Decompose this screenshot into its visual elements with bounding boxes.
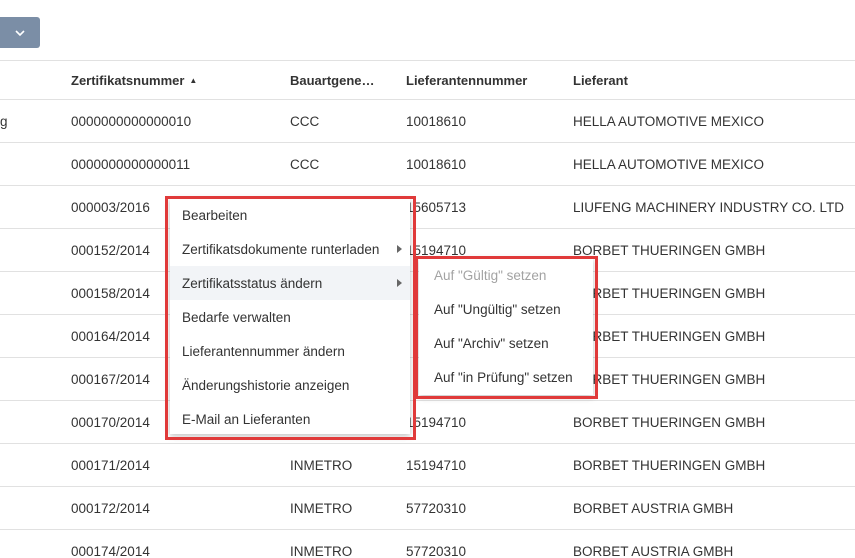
row-leading-cell [0, 401, 20, 443]
table-row[interactable]: 000170/2014 15194710 BORBET THUERINGEN GMB… [0, 401, 855, 444]
table-row[interactable]: 0000000000000011 CCC 10018610 HELLA AUTOMOT… [0, 143, 855, 186]
menu-item-lieferantennummer-aendern[interactable]: Lieferantennummer ändern [170, 334, 410, 368]
column-header-lieferant[interactable]: Lieferant [573, 61, 855, 99]
lieferant-cell: BORBET THUERINGEN GMBH [573, 457, 766, 473]
menu-item-label: Auf "Ungültig" setzen [434, 301, 561, 317]
menu-item-label: Bedarfe verwalten [182, 309, 291, 325]
lieferant-cell: BORBET AUSTRIA GMBH [573, 543, 734, 558]
menu-item-label: Lieferantennummer ändern [182, 343, 345, 359]
menu-item-label: Auf "Archiv" setzen [434, 335, 549, 351]
column-header[interactable] [0, 61, 20, 99]
lieferant-cell: BORBET THUERINGEN GMBH [573, 285, 766, 301]
column-header-zertifikatsnummer[interactable]: Zertifikatsnummer ▲ [71, 61, 281, 99]
bauartgenehmigung-cell: INMETRO [290, 543, 353, 558]
row-context-menu: Bearbeiten Zertifikatsdokumente runterla… [170, 198, 410, 434]
zertifikatsnummer-cell: 0000000000000010 [71, 113, 192, 129]
bauartgenehmigung-cell: INMETRO [290, 457, 353, 473]
row-leading-cell [0, 229, 20, 271]
menu-item-bearbeiten[interactable]: Bearbeiten [170, 198, 410, 232]
zertifikatsnummer-cell: 000174/2014 [71, 543, 150, 558]
lieferant-cell: HELLA AUTOMOTIVE MEXICO [573, 113, 765, 129]
lieferant-cell: LIUFENG MACHINERY INDUSTRY CO. LTD [573, 199, 845, 215]
status-submenu: Auf "Gültig" setzen Auf "Ungültig" setze… [419, 258, 593, 395]
zertifikatsnummer-cell: 000171/2014 [71, 457, 150, 473]
row-leading-cell [0, 315, 20, 357]
table-row[interactable]: 000003/2016 15605713 LIUFENG MACHINERY IND… [0, 186, 855, 229]
menu-item-label: Auf "in Prüfung" setzen [434, 369, 573, 385]
row-leading-cell [0, 530, 20, 558]
lieferantennummer-cell: 15194710 [406, 414, 467, 430]
lieferant-cell: BORBET THUERINGEN GMBH [573, 371, 766, 387]
menu-item-zertifikatsstatus-aendern[interactable]: Zertifikatsstatus ändern [170, 266, 410, 300]
zertifikatsnummer-cell: 000172/2014 [71, 500, 150, 516]
chevron-down-icon [15, 29, 25, 36]
lieferant-cell: BORBET THUERINGEN GMBH [573, 242, 766, 258]
menu-item-label: Änderungshistorie anzeigen [182, 377, 350, 393]
bauartgenehmigung-cell: CCC [290, 113, 320, 129]
row-leading-cell [0, 358, 20, 400]
lieferant-cell: HELLA AUTOMOTIVE MEXICO [573, 156, 765, 172]
table-header: Zertifikatsnummer ▲ Bauartgene… Lieferan… [0, 60, 855, 100]
lieferantennummer-cell: 15194710 [406, 457, 467, 473]
sort-asc-icon: ▲ [189, 75, 198, 85]
chevron-right-icon [397, 279, 402, 287]
lieferantennummer-cell: 10018610 [406, 113, 467, 129]
column-header-label: Zertifikatsnummer [71, 72, 185, 88]
menu-item-label: Bearbeiten [182, 207, 248, 223]
table-row[interactable]: 000174/2014 INMETRO 57720310 BORBET AUSTRIA… [0, 530, 855, 558]
menu-item-label: Zertifikatsdokumente runterladen [182, 241, 380, 257]
menu-item-bedarfe-verwalten[interactable]: Bedarfe verwalten [170, 300, 410, 334]
menu-item-zertifikatsdokumente-runterladen[interactable]: Zertifikatsdokumente runterladen [170, 232, 410, 266]
submenu-item-ungueltig[interactable]: Auf "Ungültig" setzen [419, 292, 593, 326]
lieferantennummer-cell: 57720310 [406, 543, 467, 558]
view-dropdown-button[interactable] [0, 17, 40, 48]
submenu-item-in-pruefung[interactable]: Auf "in Prüfung" setzen [419, 360, 593, 394]
lieferant-cell: BORBET THUERINGEN GMBH [573, 414, 766, 430]
submenu-item-gueltig: Auf "Gültig" setzen [419, 258, 593, 292]
menu-item-label: Auf "Gültig" setzen [434, 267, 547, 283]
column-header-bauartgenehmigung[interactable]: Bauartgene… [290, 61, 390, 99]
row-leading-cell [0, 444, 20, 486]
lieferant-cell: BORBET AUSTRIA GMBH [573, 500, 734, 516]
submenu-item-archiv[interactable]: Auf "Archiv" setzen [419, 326, 593, 360]
table-row[interactable]: g 0000000000000010 CCC 10018610 HELLA AUTOMO… [0, 100, 855, 143]
column-header-lieferantennummer[interactable]: Lieferantennummer [406, 61, 556, 99]
menu-item-label: E-Mail an Lieferanten [182, 411, 311, 427]
table-row[interactable]: 000171/2014 INMETRO 15194710 BORBET THUERIN… [0, 444, 855, 487]
row-leading-cell [0, 143, 20, 185]
table-row[interactable]: 000172/2014 INMETRO 57720310 BORBET AUSTRIA… [0, 487, 855, 530]
lieferantennummer-cell: 15605713 [406, 199, 467, 215]
row-leading-cell: g [0, 113, 8, 129]
lieferantennummer-cell: 57720310 [406, 500, 467, 516]
chevron-right-icon [397, 245, 402, 253]
bauartgenehmigung-cell: CCC [290, 156, 320, 172]
lieferant-cell: BORBET THUERINGEN GMBH [573, 328, 766, 344]
row-leading-cell [0, 272, 20, 314]
menu-item-label: Zertifikatsstatus ändern [182, 275, 323, 291]
lieferantennummer-cell: 10018610 [406, 156, 467, 172]
row-leading-cell [0, 487, 20, 529]
row-leading-cell [0, 186, 20, 228]
bauartgenehmigung-cell: INMETRO [290, 500, 353, 516]
menu-item-aenderungshistorie-anzeigen[interactable]: Änderungshistorie anzeigen [170, 368, 410, 402]
zertifikatsnummer-cell: 0000000000000011 [71, 156, 191, 172]
menu-item-email-an-lieferanten[interactable]: E-Mail an Lieferanten [170, 402, 410, 436]
